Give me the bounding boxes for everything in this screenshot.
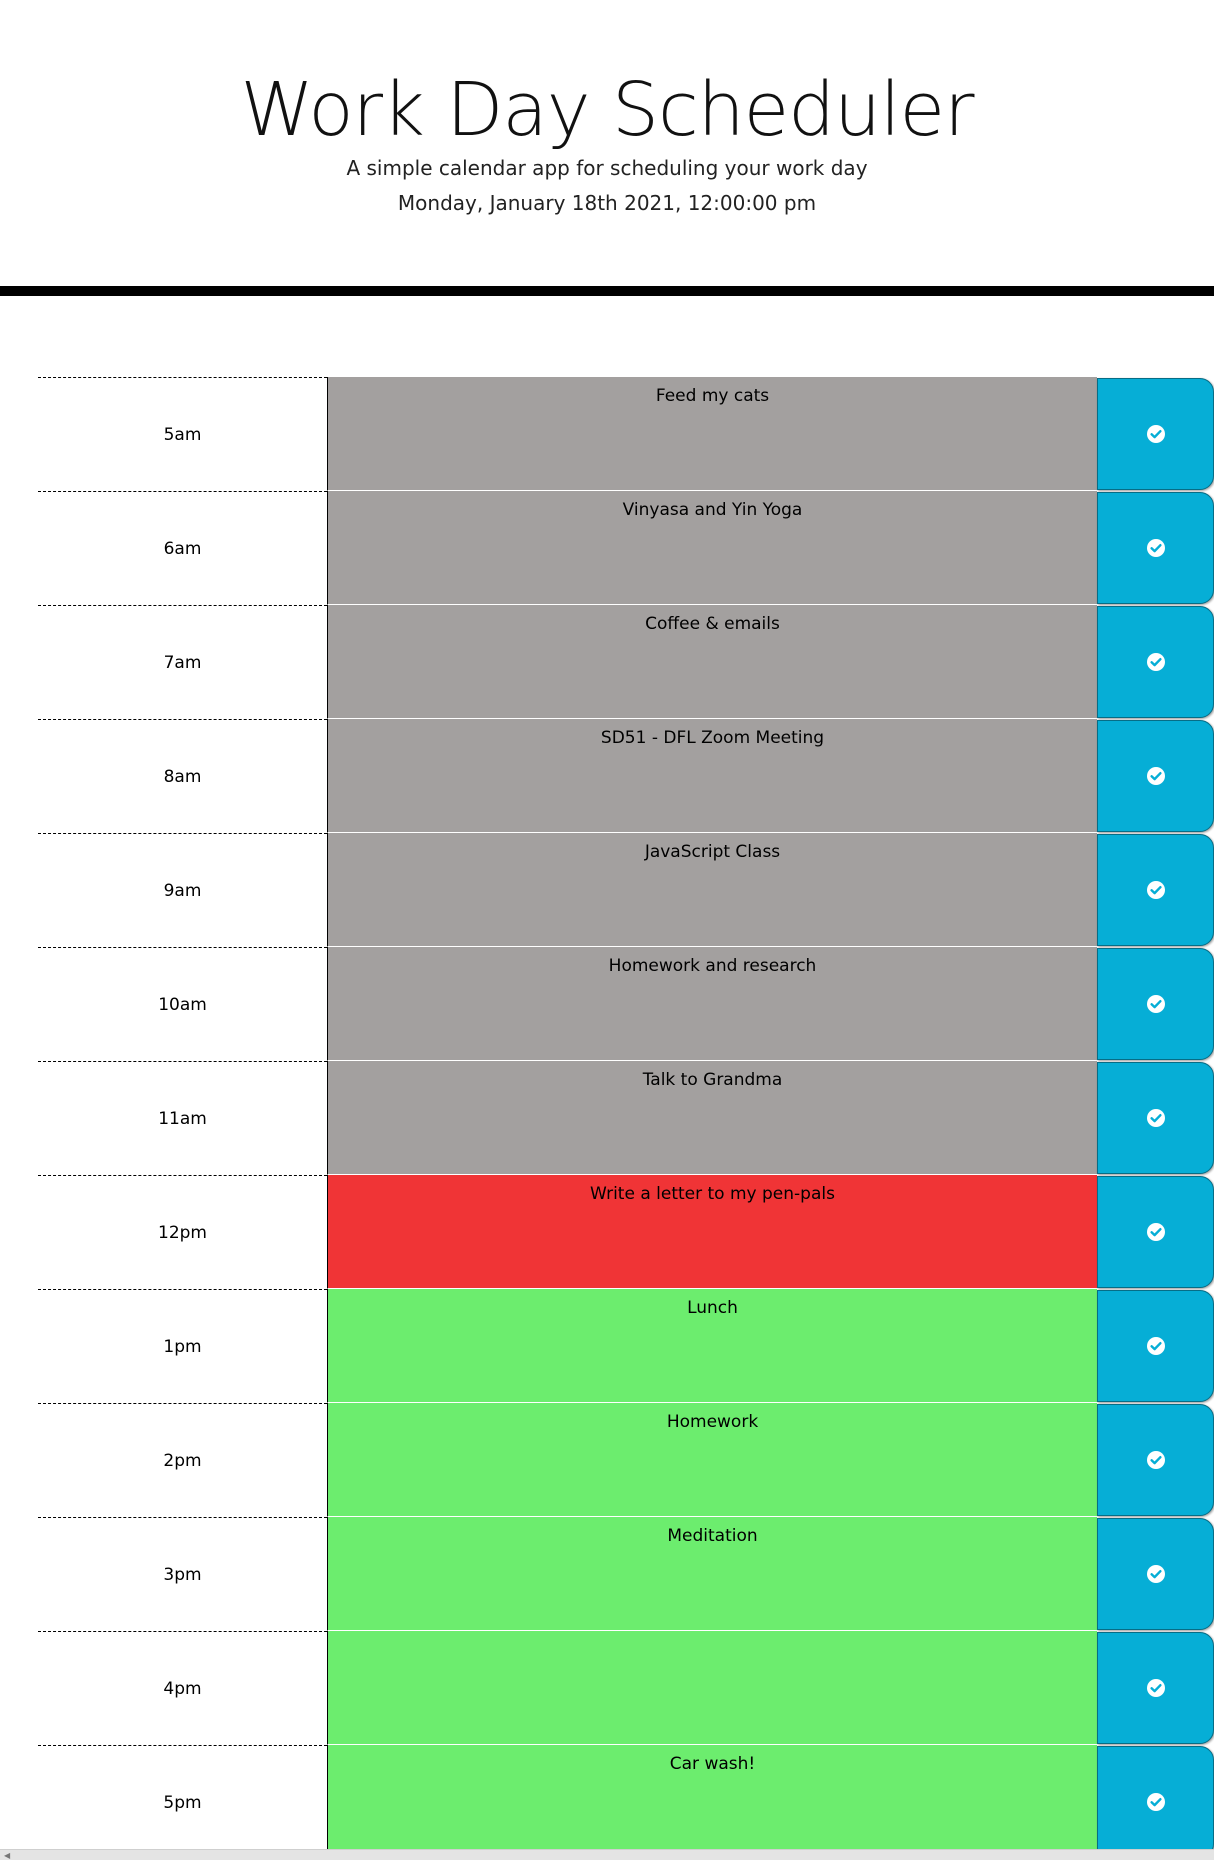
time-block-row: 4pm [38,1631,1214,1745]
horizontal-scrollbar[interactable]: ◀ [0,1849,1214,1860]
time-block-row: 7am Coffee & emails [38,605,1214,719]
hour-label: 12pm [38,1175,327,1289]
check-circle-icon [1146,1109,1165,1127]
event-description-textarea[interactable]: JavaScript Class [327,833,1097,947]
hour-label: 7am [38,605,327,719]
check-circle-icon [1146,653,1165,671]
hour-label: 1pm [38,1289,327,1403]
event-description-textarea[interactable]: Homework and research [327,947,1097,1061]
check-circle-icon [1146,1451,1165,1469]
save-button[interactable] [1097,1176,1214,1288]
event-description-textarea[interactable]: Meditation [327,1517,1097,1631]
hour-label: 5am [38,377,327,491]
check-circle-icon [1146,767,1165,785]
hour-label: 4pm [38,1631,327,1745]
check-circle-icon [1146,1223,1165,1241]
page-subtitle: A simple calendar app for scheduling you… [346,156,868,180]
time-block-row: 5pm Car wash! [38,1745,1214,1859]
check-circle-icon [1146,881,1165,899]
check-circle-icon [1146,1793,1165,1811]
page-title: Work Day Scheduler [240,67,974,153]
hour-label: 6am [38,491,327,605]
save-button[interactable] [1097,834,1214,946]
check-circle-icon [1146,995,1165,1013]
check-circle-icon [1146,1337,1165,1355]
check-circle-icon [1146,1565,1165,1583]
save-button[interactable] [1097,948,1214,1060]
current-day: Monday, January 18th 2021, 12:00:00 pm [397,191,817,215]
hour-label: 5pm [38,1745,327,1859]
save-button[interactable] [1097,1404,1214,1516]
hour-label: 10am [38,947,327,1061]
time-block-row: 2pm Homework [38,1403,1214,1517]
event-description-textarea[interactable]: Car wash! [327,1745,1097,1859]
hour-label: 3pm [38,1517,327,1631]
event-description-textarea[interactable]: Coffee & emails [327,605,1097,719]
time-block-row: 5am Feed my cats [38,377,1214,491]
time-block-row: 12pm Write a letter to my pen-pals [38,1175,1214,1289]
save-button[interactable] [1097,1290,1214,1402]
save-button[interactable] [1097,606,1214,718]
time-block-row: 1pm Lunch [38,1289,1214,1403]
event-description-textarea[interactable]: SD51 - DFL Zoom Meeting [327,719,1097,833]
time-block-row: 11am Talk to Grandma [38,1061,1214,1175]
time-block-row: 8am SD51 - DFL Zoom Meeting [38,719,1214,833]
hour-label: 11am [38,1061,327,1175]
event-description-textarea[interactable]: Feed my cats [327,377,1097,491]
event-description-textarea[interactable] [327,1631,1097,1745]
time-block-row: 6am Vinyasa and Yin Yoga [38,491,1214,605]
time-block-row: 3pm Meditation [38,1517,1214,1631]
scroll-left-icon[interactable]: ◀ [4,1851,10,1860]
page-header: Work Day Scheduler A simple calendar app… [0,0,1214,296]
hour-label: 8am [38,719,327,833]
check-circle-icon [1146,539,1165,557]
event-description-textarea[interactable]: Talk to Grandma [327,1061,1097,1175]
check-circle-icon [1146,425,1165,443]
save-button[interactable] [1097,720,1214,832]
save-button[interactable] [1097,492,1214,604]
save-button[interactable] [1097,378,1214,490]
event-description-textarea[interactable]: Homework [327,1403,1097,1517]
check-circle-icon [1146,1679,1165,1697]
save-button[interactable] [1097,1062,1214,1174]
save-button[interactable] [1097,1632,1214,1744]
schedule-container: 5am Feed my cats 6am Vinyasa and Yin Yoga 7a… [38,377,1214,1859]
save-button[interactable] [1097,1518,1214,1630]
hour-label: 2pm [38,1403,327,1517]
event-description-textarea[interactable]: Lunch [327,1289,1097,1403]
hour-label: 9am [38,833,327,947]
time-block-row: 9am JavaScript Class [38,833,1214,947]
event-description-textarea[interactable]: Write a letter to my pen-pals [327,1175,1097,1289]
time-block-row: 10am Homework and research [38,947,1214,1061]
save-button[interactable] [1097,1746,1214,1858]
event-description-textarea[interactable]: Vinyasa and Yin Yoga [327,491,1097,605]
